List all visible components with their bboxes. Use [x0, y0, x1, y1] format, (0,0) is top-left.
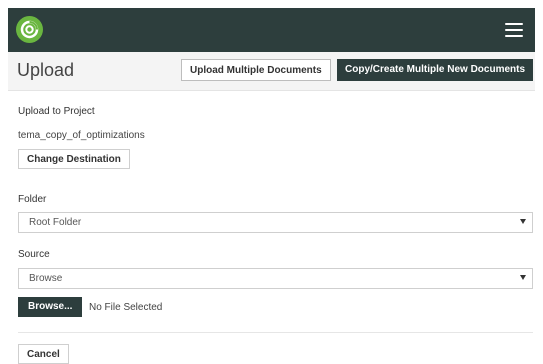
folder-select[interactable]: Root Folder [18, 212, 533, 233]
page-title: Upload [17, 60, 75, 80]
source-select-value: Browse [29, 273, 63, 284]
chevron-down-icon [520, 275, 526, 280]
hamburger-menu-icon[interactable] [505, 23, 523, 37]
upload-to-project-label: Upload to Project [18, 106, 95, 117]
top-navigation-bar [8, 8, 535, 52]
file-status: No File Selected [89, 302, 163, 313]
chevron-down-icon [520, 219, 526, 224]
browse-button[interactable]: Browse... [18, 297, 83, 317]
divider [18, 332, 533, 333]
folder-select-value: Root Folder [29, 217, 82, 228]
app-logo-icon[interactable] [16, 16, 43, 43]
copy-create-multiple-documents-button[interactable]: Copy/Create Multiple New Documents [337, 59, 534, 81]
project-name: tema_copy_of_optimizations [18, 130, 145, 141]
source-select[interactable]: Browse [18, 268, 533, 289]
source-label: Source [18, 249, 50, 260]
change-destination-button[interactable]: Change Destination [18, 149, 130, 169]
page-header: Upload Upload Multiple Documents Copy/Cr… [8, 52, 535, 91]
cancel-button[interactable]: Cancel [18, 344, 69, 364]
folder-label: Folder [18, 194, 47, 205]
upload-multiple-documents-button[interactable]: Upload Multiple Documents [181, 59, 331, 81]
